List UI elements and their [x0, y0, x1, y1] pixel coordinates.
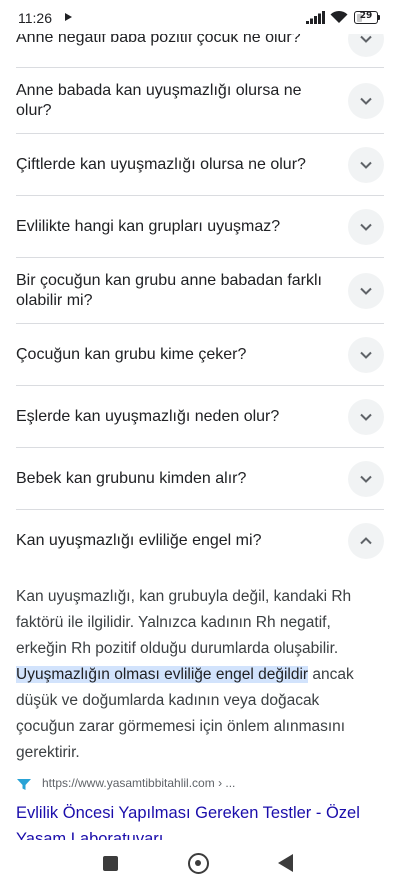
faq-question: Bir çocuğun kan grubu anne babadan farkl… [16, 272, 322, 309]
answer-highlight: Uyuşmazlığın olması evliliğe engel değil… [16, 666, 309, 683]
chevron-down-icon [360, 223, 372, 231]
faq-question: Kan uyuşmazlığı evliliğe engel mi? [16, 532, 262, 549]
status-bar: 11:26 29 [0, 0, 400, 34]
faq-question: Evlilikte hangi kan grupları uyuşmaz? [16, 218, 281, 235]
expand-button[interactable] [348, 461, 384, 497]
faq-answer: Kan uyuşmazlığı, kan grubuyla değil, kan… [16, 584, 368, 766]
home-button[interactable] [188, 853, 209, 874]
faq-item[interactable]: Eşlerde kan uyuşmazlığı neden olur? [16, 386, 384, 448]
people-also-ask-list: Anne negatif baba pozitif çocuk ne olur?… [0, 34, 400, 572]
faq-item[interactable]: Evlilikte hangi kan grupları uyuşmaz? [16, 196, 384, 258]
home-dot-icon [195, 860, 201, 866]
faq-item-expanded[interactable]: Kan uyuşmazlığı evliliğe engel mi? [16, 510, 384, 572]
chevron-up-icon [360, 537, 372, 545]
expand-button[interactable] [348, 83, 384, 119]
faq-item[interactable]: Bebek kan grubunu kimden alır? [16, 448, 384, 510]
faq-question: Eşlerde kan uyuşmazlığı neden olur? [16, 408, 280, 425]
site-favicon-icon [17, 779, 31, 790]
chevron-down-icon [360, 161, 372, 169]
faq-item[interactable]: Anne babada kan uyuşmazlığı olursa ne ol… [16, 68, 384, 134]
expand-button[interactable] [348, 209, 384, 245]
expand-button[interactable] [348, 399, 384, 435]
back-button[interactable] [278, 854, 293, 872]
battery-percent: 29 [359, 11, 373, 21]
faq-item[interactable]: Çocuğun kan grubu kime çeker? [16, 324, 384, 386]
faq-question: Anne babada kan uyuşmazlığı olursa ne ol… [16, 82, 302, 119]
play-store-notification-icon [65, 13, 72, 21]
chevron-down-icon [360, 35, 372, 43]
chevron-down-icon [360, 97, 372, 105]
recent-apps-button[interactable] [103, 856, 118, 871]
system-navigation-bar [0, 840, 400, 888]
faq-item[interactable]: Çiftlerde kan uyuşmazlığı olursa ne olur… [16, 134, 384, 196]
answer-text: Kan uyuşmazlığı, kan grubuyla değil, kan… [16, 588, 352, 657]
expand-button[interactable] [348, 273, 384, 309]
battery-nub [378, 15, 380, 20]
faq-question: Anne negatif baba pozitif çocuk ne olur? [16, 34, 301, 46]
faq-question: Çiftlerde kan uyuşmazlığı olursa ne olur… [16, 156, 306, 173]
cellular-signal-icon [306, 11, 325, 24]
chevron-down-icon [360, 475, 372, 483]
wifi-icon [330, 10, 348, 23]
chevron-down-icon [360, 287, 372, 295]
source-title-link[interactable]: Evlilik Öncesi Yapılması Gereken Testler… [16, 800, 376, 842]
collapse-button[interactable] [348, 523, 384, 559]
expand-button[interactable] [348, 34, 384, 57]
chevron-down-icon [360, 351, 372, 359]
faq-item[interactable]: Anne negatif baba pozitif çocuk ne olur? [16, 34, 384, 68]
faq-question: Bebek kan grubunu kimden alır? [16, 470, 247, 487]
status-time: 11:26 [18, 10, 52, 26]
battery-icon: 29 [354, 11, 378, 24]
faq-item[interactable]: Bir çocuğun kan grubu anne babadan farkl… [16, 258, 384, 324]
chevron-down-icon [360, 413, 372, 421]
expand-button[interactable] [348, 337, 384, 373]
faq-question: Çocuğun kan grubu kime çeker? [16, 346, 247, 363]
source-title-clip: Evlilik Öncesi Yapılması Gereken Testler… [16, 800, 384, 842]
expand-button[interactable] [348, 147, 384, 183]
source-url[interactable]: https://www.yasamtibbitahlil.com › ... [42, 776, 235, 790]
